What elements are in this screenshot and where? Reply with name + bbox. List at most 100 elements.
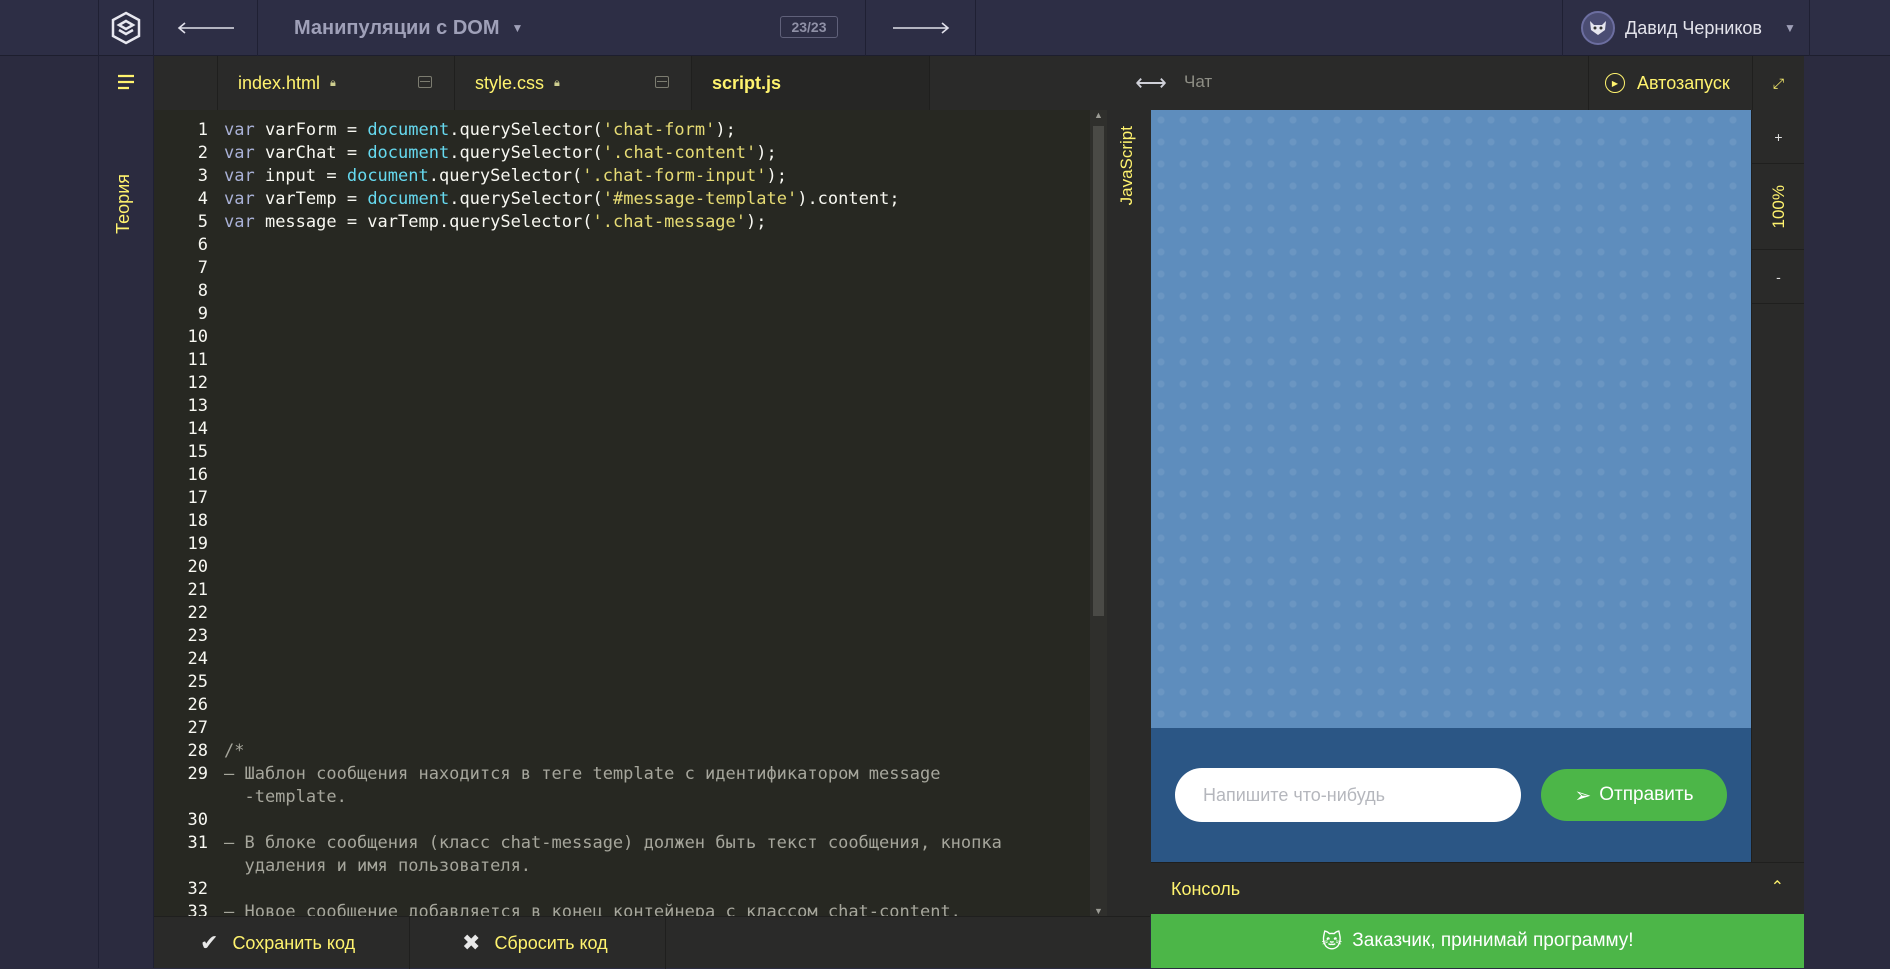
code-token: var	[224, 166, 255, 186]
code-token: '.chat-form-input'	[582, 166, 767, 186]
line-number: 30	[187, 810, 208, 830]
save-code-button[interactable]: ✔ Сохранить код	[154, 917, 410, 969]
code-token: var	[224, 120, 255, 140]
console-toggle[interactable]: Консоль ⌃	[1151, 862, 1804, 914]
language-label: JavaScript	[1117, 126, 1136, 206]
line-gutter: 1 2 3 4 5 6 7 8 9 10 11 12 13 14 15 16 17 18 19 20 21 22 23 24 2…	[154, 110, 218, 916]
scroll-up-icon[interactable]: ▲	[1090, 110, 1107, 120]
line-number: 23	[187, 626, 208, 646]
comment-line: — Новое сообщение добавляется в конец ко…	[224, 902, 961, 916]
reset-code-button[interactable]: ✖ Сбросить код	[410, 917, 666, 969]
accept-program-button[interactable]: 🐱︎ Заказчик, принимай программу!	[1151, 914, 1804, 968]
file-tabs: index.html 🔒︎ style.css 🔒︎ script.js	[154, 56, 1132, 110]
code-token: .querySelector(	[449, 189, 603, 209]
line-number: 32	[187, 879, 208, 899]
arrow-right-icon	[892, 22, 949, 34]
code-line: var varChat = document.querySelector('.c…	[224, 143, 777, 163]
next-lesson-button[interactable]	[866, 0, 976, 56]
comment-line: — Шаблон сообщения находится в теге temp…	[224, 764, 941, 784]
code-token: );	[715, 120, 736, 140]
lesson-title: Манипуляции с DOM	[294, 16, 500, 39]
line-number: 3	[197, 166, 208, 186]
line-number: 1	[197, 120, 208, 140]
lock-icon: 🔒︎	[330, 76, 336, 89]
code-token: var	[224, 212, 255, 232]
comment-line: удаления и имя пользователя.	[224, 856, 532, 876]
chat-content	[1151, 110, 1751, 728]
prev-lesson-button[interactable]	[154, 0, 258, 56]
lock-icon: 🔒︎	[554, 76, 560, 89]
tab-style-css[interactable]: style.css 🔒︎	[455, 56, 692, 110]
lesson-title-dropdown[interactable]: Манипуляции с DOM ▼ 23/23	[258, 0, 866, 56]
scroll-down-icon[interactable]: ▼	[1090, 906, 1107, 916]
theory-toggle[interactable]: Теория	[113, 174, 134, 234]
tab-index-html[interactable]: index.html 🔒︎	[218, 56, 455, 110]
code-token: document	[367, 120, 450, 140]
cat-icon: 🐱︎	[1321, 930, 1343, 953]
tab-script-js[interactable]: script.js	[692, 56, 930, 110]
line-number: 20	[187, 557, 208, 577]
console-label: Консоль	[1171, 879, 1241, 899]
play-icon: ▶	[1605, 73, 1625, 93]
caret-down-icon: ▼	[1784, 21, 1796, 35]
menu-icon[interactable]	[117, 74, 135, 95]
save-code-label: Сохранить код	[232, 932, 356, 953]
code-token: message = varTemp.querySelector(	[254, 212, 593, 232]
code-token: );	[766, 166, 787, 186]
line-number: 29	[187, 764, 208, 784]
line-number: 27	[187, 718, 208, 738]
line-number: 13	[187, 396, 208, 416]
code-line: var input = document.querySelector('.cha…	[224, 166, 787, 186]
accept-label: Заказчик, принимай программу!	[1352, 930, 1634, 951]
zoom-in-button[interactable]: +	[1752, 110, 1805, 164]
zoom-value: 100%	[1752, 164, 1805, 250]
code-line: var varForm = document.querySelector('ch…	[224, 120, 736, 140]
line-number: 19	[187, 534, 208, 554]
line-number: 8	[197, 281, 208, 301]
code-editor[interactable]: 1 2 3 4 5 6 7 8 9 10 11 12 13 14 15 16 17 18 19 20 21 22 23 24 2…	[154, 110, 1090, 916]
tab-label: index.html	[238, 72, 321, 93]
zoom-out-button[interactable]: -	[1752, 250, 1805, 304]
comment-line: /*	[224, 741, 245, 761]
code-token: document	[346, 166, 429, 186]
chat-form: ➢ Отправить	[1151, 728, 1751, 862]
code-token: .querySelector(	[449, 120, 603, 140]
line-number: 2	[197, 143, 208, 163]
user-name: Давид Черников	[1625, 17, 1762, 38]
top-bar: Манипуляции с DOM ▼ 23/23 Давид Черников…	[0, 0, 1890, 56]
scroll-thumb[interactable]	[1093, 126, 1104, 616]
expand-icon[interactable]: ⤢	[1752, 56, 1804, 110]
line-number: 33	[187, 902, 208, 916]
message-input[interactable]	[1175, 768, 1521, 822]
arrow-left-icon	[177, 22, 234, 34]
line-number: 26	[187, 695, 208, 715]
send-button[interactable]: ➢ Отправить	[1541, 769, 1727, 821]
line-number: 7	[197, 258, 208, 278]
line-number: 11	[187, 350, 208, 370]
code-line: var message = varTemp.querySelector('.ch…	[224, 212, 767, 232]
comment-line: -template.	[224, 787, 347, 807]
line-number: 22	[187, 603, 208, 623]
code-token: '#message-template'	[602, 189, 798, 209]
code-token: varTemp =	[254, 189, 368, 209]
avatar	[1581, 11, 1615, 45]
line-number: 31	[187, 833, 208, 853]
line-number: 28	[187, 741, 208, 761]
comment-line: — В блоке сообщения (класс chat-message)…	[224, 833, 1002, 853]
line-number: 10	[187, 327, 208, 347]
user-menu[interactable]: Давид Черников ▼	[1562, 0, 1810, 56]
code-token: .querySelector(	[428, 166, 583, 186]
send-label: Отправить	[1599, 784, 1694, 805]
resize-horizontal-icon[interactable]: ⟷	[1133, 56, 1169, 110]
code-token: );	[756, 143, 777, 163]
autorun-label: Автозапуск	[1637, 72, 1730, 93]
code-token: input =	[254, 166, 347, 186]
line-number: 15	[187, 442, 208, 462]
logo-icon[interactable]	[98, 0, 154, 56]
code-token: var	[224, 189, 255, 209]
collapse-icon[interactable]	[418, 76, 432, 88]
tabs-spacer	[154, 56, 218, 110]
left-rail: Теория	[98, 56, 154, 968]
collapse-icon[interactable]	[655, 76, 669, 88]
editor-scrollbar[interactable]: ▲ ▼	[1090, 110, 1107, 916]
